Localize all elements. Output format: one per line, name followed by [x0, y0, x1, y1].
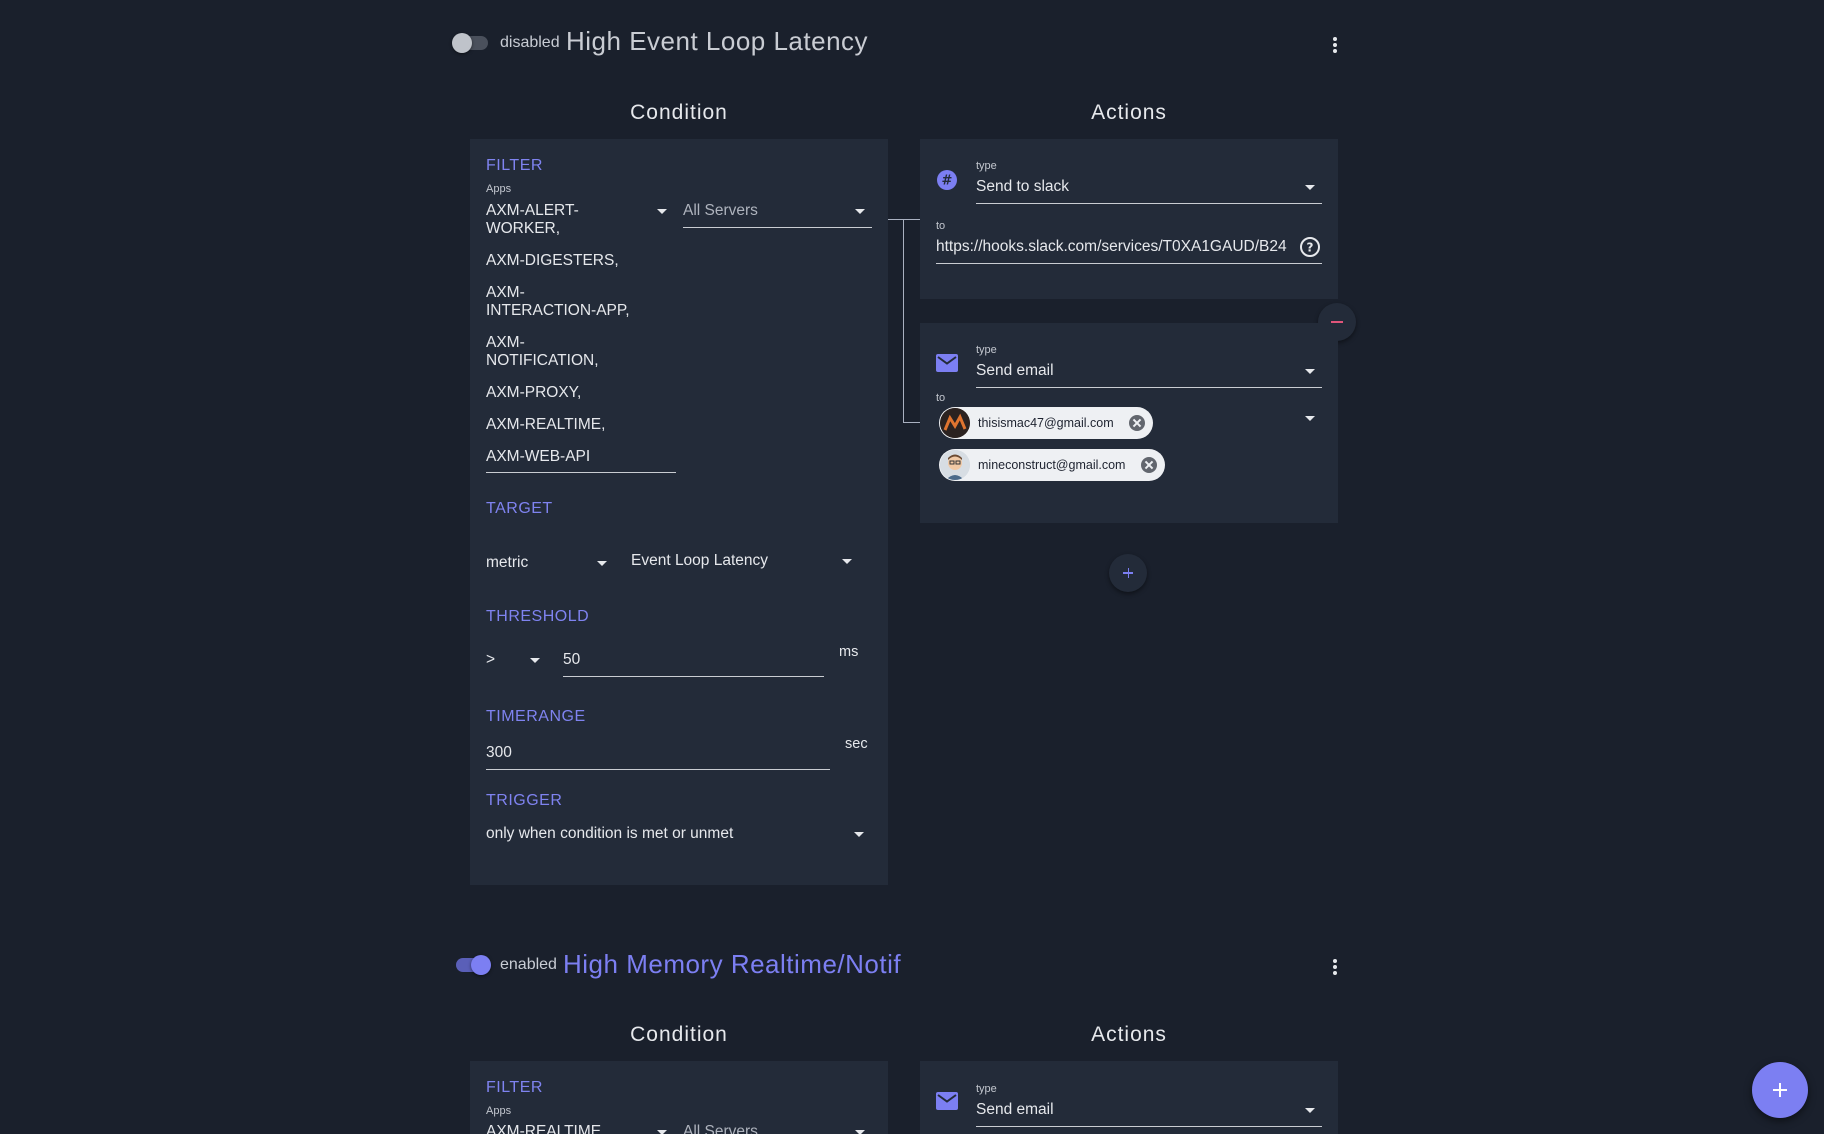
- recipient-chip[interactable]: mineconstruct@gmail.com: [939, 449, 1165, 481]
- slack-icon: #: [937, 170, 957, 190]
- app-value: AXM-PROXY,: [486, 384, 582, 401]
- condition-panel: FILTER Apps AXM-REALTIME, All Servers: [470, 1061, 888, 1134]
- timerange-unit: sec: [845, 736, 868, 752]
- filter-heading: FILTER: [486, 157, 543, 174]
- action-card-email: type Send email to thisismac47@gmail.com: [920, 323, 1338, 523]
- remove-recipient-icon[interactable]: [1141, 457, 1157, 473]
- chevron-down-icon: [854, 832, 864, 837]
- remove-recipient-icon[interactable]: [1129, 415, 1145, 431]
- mail-icon: [936, 354, 958, 372]
- add-action-button[interactable]: [1109, 554, 1147, 592]
- chevron-down-icon: [855, 1130, 865, 1134]
- alert-state-label: enabled: [500, 956, 557, 973]
- threshold-heading: THRESHOLD: [486, 608, 590, 625]
- action-connector: [888, 219, 920, 220]
- add-alert-button[interactable]: [1752, 1062, 1808, 1118]
- svg-text:#: #: [942, 174, 953, 189]
- action-card-slack: # type Send to slack to https://hooks.sl…: [920, 139, 1338, 299]
- chevron-down-icon: [657, 1130, 667, 1134]
- app-value: AXM-WEB-API: [486, 448, 591, 465]
- alert-title[interactable]: High Memory Realtime/Notif: [563, 949, 901, 980]
- target-kind-value: metric: [486, 554, 529, 571]
- action-type-value: Send email: [976, 1101, 1054, 1118]
- chevron-down-icon: [1305, 1108, 1315, 1113]
- app-value: AXM-: [486, 334, 525, 351]
- chevron-down-icon: [1305, 185, 1315, 190]
- threshold-unit: ms: [839, 644, 859, 660]
- chevron-down-icon: [597, 561, 607, 566]
- trigger-heading: TRIGGER: [486, 792, 563, 809]
- condition-heading: Condition: [630, 1023, 728, 1046]
- action-to-label: to: [936, 392, 946, 404]
- more-options-icon[interactable]: [1332, 37, 1338, 57]
- apps-label: Apps: [486, 1105, 512, 1117]
- actions-heading: Actions: [1091, 1023, 1167, 1046]
- chevron-down-icon: [530, 658, 540, 663]
- chevron-down-icon: [842, 559, 852, 564]
- alert-enable-toggle[interactable]: [454, 955, 492, 975]
- timerange-heading: TIMERANGE: [486, 708, 586, 725]
- action-card-email: type Send email: [920, 1061, 1338, 1134]
- mail-icon: [936, 1092, 958, 1110]
- servers-value: All Servers: [683, 202, 758, 219]
- chevron-down-icon: [855, 209, 865, 214]
- target-metric-value: Event Loop Latency: [631, 552, 769, 569]
- action-type-value: Send to slack: [976, 178, 1070, 195]
- target-heading: TARGET: [486, 500, 553, 517]
- recipient-email: mineconstruct@gmail.com: [978, 458, 1126, 472]
- trigger-value: only when condition is met or unmet: [486, 825, 734, 842]
- avatar: [940, 450, 970, 480]
- threshold-value: 50: [563, 651, 581, 668]
- action-type-label: type: [976, 1083, 997, 1095]
- action-type-label: type: [976, 344, 997, 356]
- recipient-email: thisismac47@gmail.com: [978, 416, 1114, 430]
- action-type-value: Send email: [976, 362, 1054, 379]
- servers-value: All Servers: [683, 1123, 758, 1134]
- recipient-chip[interactable]: thisismac47@gmail.com: [939, 407, 1153, 439]
- action-to-label: to: [936, 220, 946, 232]
- actions-heading: Actions: [1091, 101, 1167, 124]
- chevron-down-icon: [657, 209, 667, 214]
- chevron-down-icon[interactable]: [1305, 416, 1315, 421]
- condition-panel: FILTER Apps AXM-ALERT- WORKER, AXM-DIGES…: [470, 139, 888, 885]
- avatar: [940, 408, 970, 438]
- action-connector: [903, 219, 904, 423]
- app-value: AXM-DIGESTERS,: [486, 252, 619, 269]
- app-value: INTERACTION-APP,: [486, 302, 630, 319]
- app-value: AXM-REALTIME,: [486, 416, 606, 433]
- app-value: WORKER,: [486, 220, 561, 237]
- app-value: NOTIFICATION,: [486, 352, 599, 369]
- threshold-operator-value: >: [486, 651, 496, 668]
- apps-label: Apps: [486, 183, 512, 195]
- action-type-label: type: [976, 160, 997, 172]
- timerange-value: 300: [486, 744, 512, 761]
- alert-enable-toggle[interactable]: [452, 33, 490, 53]
- alert-title[interactable]: High Event Loop Latency: [566, 26, 868, 57]
- more-options-icon[interactable]: [1332, 959, 1338, 979]
- svg-text:?: ?: [1307, 241, 1314, 255]
- app-value: AXM-ALERT-: [486, 202, 579, 219]
- app-value: AXM-: [486, 284, 525, 301]
- action-connector: [903, 422, 920, 423]
- app-value: AXM-REALTIME,: [486, 1123, 606, 1134]
- condition-heading: Condition: [630, 101, 728, 124]
- filter-heading: FILTER: [486, 1079, 543, 1096]
- slack-webhook-value: https://hooks.slack.com/services/T0XA1GA…: [936, 238, 1287, 255]
- help-circle-icon[interactable]: ?: [1299, 236, 1321, 258]
- chevron-down-icon: [1305, 369, 1315, 374]
- alert-state-label: disabled: [500, 34, 560, 51]
